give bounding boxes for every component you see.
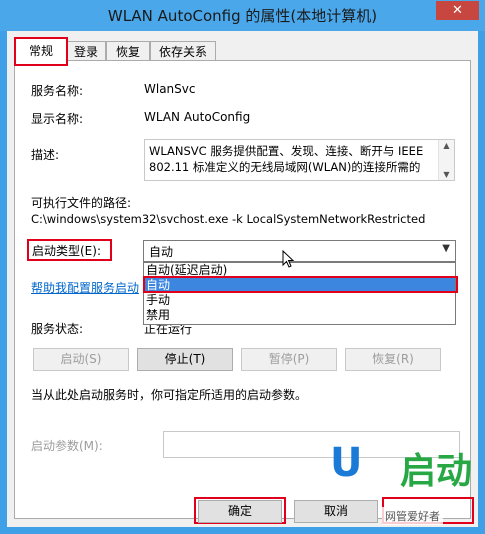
tab-recovery[interactable]: 恢复 xyxy=(106,41,150,62)
exe-path-label: 可执行文件的路径: xyxy=(31,196,132,210)
start-button[interactable]: 启动(S) xyxy=(33,348,129,371)
close-button[interactable]: ✕ xyxy=(436,1,479,20)
description-text: WLANSVC 服务提供配置、发现、连接、断开与 IEEE 802.11 标准定… xyxy=(149,144,424,174)
startup-option-disabled[interactable]: 禁用 xyxy=(144,308,455,323)
tab-general[interactable]: 常规 xyxy=(14,37,68,66)
status-label: 服务状态: xyxy=(31,322,84,336)
description-box[interactable]: WLANSVC 服务提供配置、发现、连接、断开与 IEEE 802.11 标准定… xyxy=(144,139,455,181)
startup-type-label: 启动类型(E): xyxy=(32,244,101,258)
watermark-caption: 网管爱好者 xyxy=(382,507,443,525)
startup-type-select[interactable]: 自动 ▼ xyxy=(143,240,456,262)
exe-path-value: C:\windows\system32\svchost.exe -k Local… xyxy=(31,212,426,226)
startup-option-manual[interactable]: 手动 xyxy=(144,293,455,308)
start-params-label: 启动参数(M): xyxy=(31,439,103,453)
startup-type-dropdown[interactable]: 自动(延迟启动) 自动 手动 禁用 xyxy=(143,262,456,325)
mouse-cursor-icon xyxy=(282,249,295,271)
ok-button[interactable]: 确定 xyxy=(198,500,282,523)
scroll-down-icon[interactable]: ▼ xyxy=(439,170,454,179)
description-label: 描述: xyxy=(31,148,60,162)
description-scrollbar[interactable]: ▲ ▼ xyxy=(438,140,454,180)
scroll-up-icon[interactable]: ▲ xyxy=(439,141,454,150)
help-configure-link[interactable]: 帮助我配置服务启动 xyxy=(31,279,139,296)
window-title: WLAN AutoConfig 的属性(本地计算机) xyxy=(107,7,378,25)
stop-button[interactable]: 停止(T) xyxy=(137,348,233,371)
start-params-hint: 当从此处启动服务时，你可指定所适用的启动参数。 xyxy=(31,388,308,402)
service-name-value: WlanSvc xyxy=(144,82,196,96)
auto-option-highlight xyxy=(143,276,458,293)
tab-dependencies[interactable]: 依存关系 xyxy=(150,41,216,62)
tab-logon[interactable]: 登录 xyxy=(66,41,106,62)
watermark-logo-text: 启动 xyxy=(400,451,473,492)
display-name-value: WLAN AutoConfig xyxy=(144,110,251,124)
watermark-logo-u: U xyxy=(330,440,363,486)
service-name-label: 服务名称: xyxy=(31,84,84,98)
display-name-label: 显示名称: xyxy=(31,112,84,126)
pause-button[interactable]: 暂停(P) xyxy=(241,348,337,371)
cancel-button[interactable]: 取消 xyxy=(294,500,378,523)
resume-button[interactable]: 恢复(R) xyxy=(345,348,441,371)
startup-type-value: 自动 xyxy=(149,245,174,259)
title-bar: WLAN AutoConfig 的属性(本地计算机) ✕ xyxy=(0,0,485,31)
chevron-down-icon[interactable]: ▼ xyxy=(442,243,450,254)
